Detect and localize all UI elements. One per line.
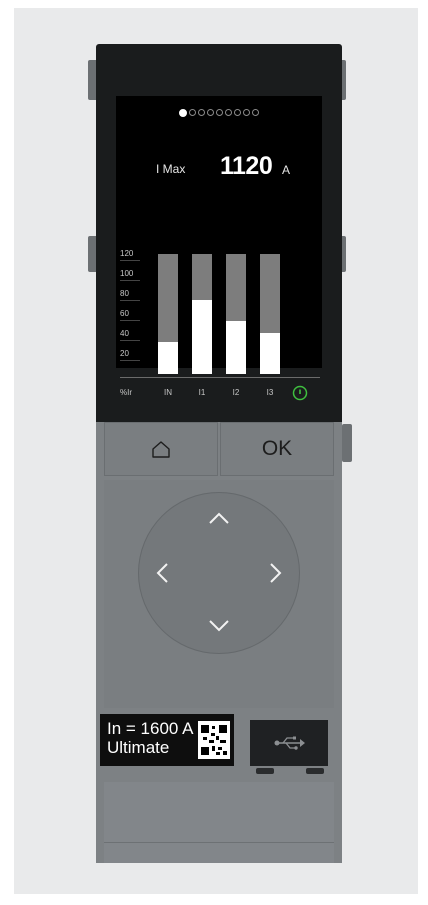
right-clip-key bbox=[342, 424, 352, 462]
page-dot bbox=[198, 109, 205, 117]
down-arrow-icon[interactable] bbox=[206, 612, 232, 638]
rating-plate: In = 1600 A Ultimate bbox=[100, 714, 234, 766]
port-latch-left bbox=[256, 768, 274, 774]
bar-in bbox=[158, 342, 178, 374]
y-tick-label: 100 bbox=[120, 269, 134, 278]
trip-unit-device: I Max 1120 A 120 100 80 60 40 20 %Ir IN I1 I2 I3 O… bbox=[96, 44, 342, 863]
home-button[interactable] bbox=[104, 422, 218, 476]
model-name: Ultimate bbox=[107, 738, 170, 757]
y-tick-label: 60 bbox=[120, 309, 129, 318]
y-tick-line bbox=[120, 280, 140, 281]
ok-button[interactable]: OK bbox=[220, 422, 334, 476]
x-tick-label: I1 bbox=[198, 388, 206, 397]
page-dot bbox=[189, 109, 196, 117]
left-arrow-icon[interactable] bbox=[150, 560, 176, 586]
power-indicator-icon bbox=[292, 385, 308, 401]
page-dot bbox=[252, 109, 259, 117]
lower-seam bbox=[104, 842, 334, 843]
page-dot bbox=[207, 109, 214, 117]
bar-i3 bbox=[260, 333, 280, 374]
x-tick-label: I3 bbox=[266, 388, 274, 397]
y-tick-line bbox=[120, 360, 140, 361]
home-icon bbox=[152, 441, 170, 458]
page-dot bbox=[179, 108, 187, 117]
y-tick-label: 40 bbox=[120, 329, 129, 338]
y-tick-label: 120 bbox=[120, 249, 134, 258]
y-tick-line bbox=[120, 320, 140, 321]
control-panel: OK In = 1600 A Ultimate bbox=[96, 422, 342, 863]
y-tick-label: 20 bbox=[120, 349, 129, 358]
y-tick-line bbox=[120, 260, 140, 261]
bar-i2 bbox=[226, 321, 246, 374]
x-tick-label: IN bbox=[164, 388, 172, 397]
reading-unit: A bbox=[282, 163, 291, 177]
right-arrow-icon[interactable] bbox=[262, 560, 288, 586]
up-arrow-icon[interactable] bbox=[206, 506, 232, 532]
page-dot bbox=[243, 109, 250, 117]
y-tick-label: 80 bbox=[120, 289, 129, 298]
page-dot bbox=[234, 109, 241, 117]
reading-value: 1120 bbox=[220, 152, 273, 180]
page-dot bbox=[225, 109, 232, 117]
y-tick-line bbox=[120, 340, 140, 341]
x-axis-line bbox=[120, 377, 320, 378]
lower-cover bbox=[104, 782, 334, 863]
port-latch-right bbox=[306, 768, 324, 774]
lcd-screen: I Max 1120 A 120 100 80 60 40 20 %Ir IN I1 I2 I3 bbox=[116, 96, 322, 397]
usb-port[interactable] bbox=[250, 720, 328, 766]
reading-label: I Max bbox=[156, 162, 186, 176]
page-indicator bbox=[116, 104, 322, 117]
y-tick-line bbox=[120, 300, 140, 301]
usb-icon bbox=[274, 736, 305, 750]
qr-code-icon bbox=[198, 721, 230, 759]
bar-i1 bbox=[192, 300, 212, 374]
x-tick-label: I2 bbox=[232, 388, 240, 397]
page-dot bbox=[216, 109, 223, 117]
display-bezel: I Max 1120 A 120 100 80 60 40 20 %Ir IN I1 I2 I3 bbox=[96, 44, 342, 422]
y-axis-label: %Ir bbox=[120, 388, 132, 397]
rated-current: In = 1600 A bbox=[107, 719, 194, 738]
